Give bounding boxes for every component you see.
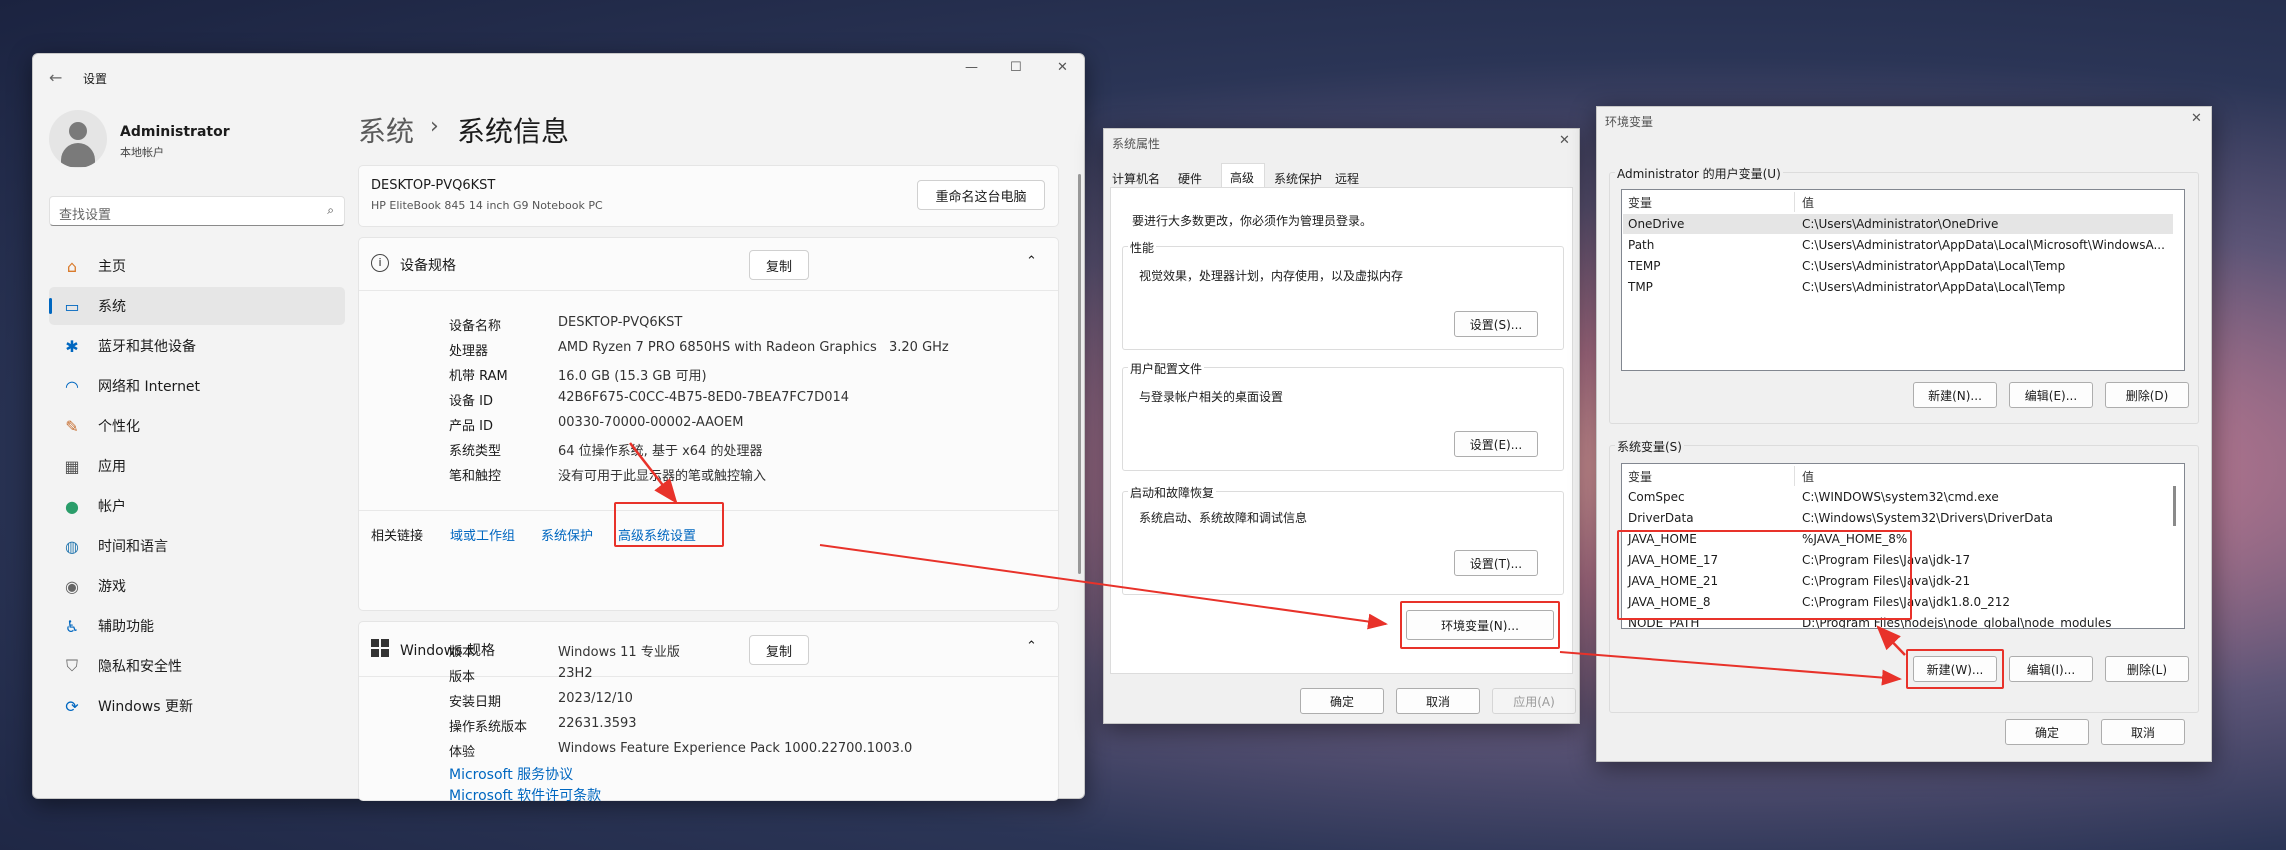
- annotation-arrow: [1876, 625, 1906, 656]
- annotation-arrow: [819, 544, 1388, 630]
- annotation-arrow: [1559, 651, 1902, 686]
- annotation-arrows: [629, 442, 1906, 686]
- annotation-arrow: [629, 442, 678, 504]
